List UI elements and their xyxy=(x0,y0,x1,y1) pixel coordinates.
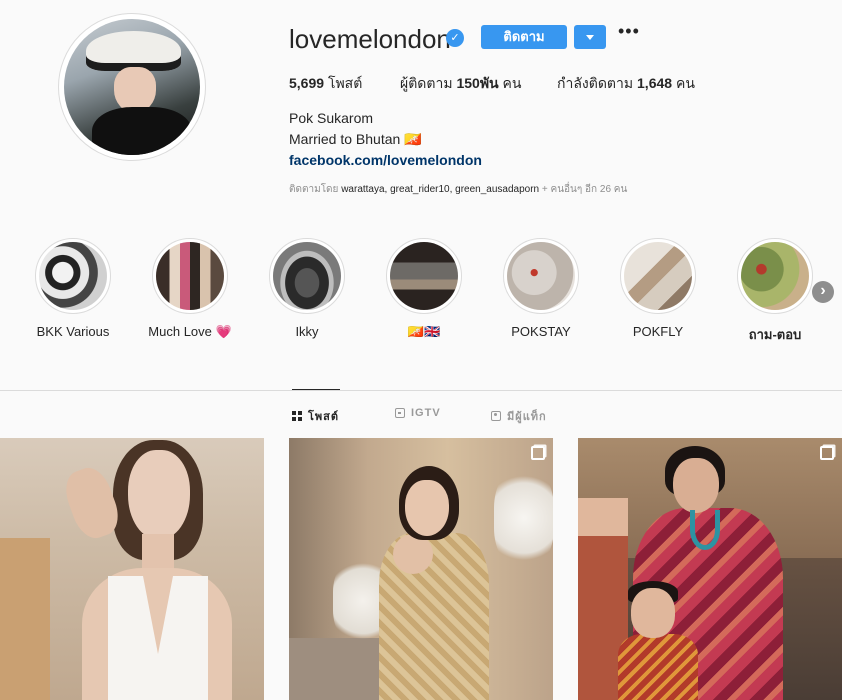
suggested-dropdown-button[interactable] xyxy=(574,25,606,49)
post-thumbnail[interactable] xyxy=(0,438,264,700)
profile-bio: Married to Bhutan 🇧🇹 xyxy=(289,131,422,147)
profile-website-link[interactable]: facebook.com/lovemelondon xyxy=(289,152,482,168)
followed-by-names: warattaya, great_rider10, green_ausadapo… xyxy=(341,184,540,195)
igtv-icon xyxy=(395,408,405,418)
tab-label: มีผู้แท็ก xyxy=(507,411,547,423)
highlight-bkk-various[interactable]: BKK Various xyxy=(25,238,121,339)
posts-label: โพสต์ xyxy=(327,75,363,91)
followers-count: 150พัน xyxy=(456,75,499,91)
tabs-divider xyxy=(0,390,842,391)
tab-label: โพสต์ xyxy=(308,411,340,423)
highlight-cover xyxy=(507,242,575,310)
stat-following[interactable]: กำลังติดตาม 1,648 คน xyxy=(557,73,695,95)
highlight-label: BKK Various xyxy=(36,324,110,339)
followed-by-suffix: + คนอื่นๆ อีก 26 คน xyxy=(541,184,628,195)
highlight-label: Ikky xyxy=(295,324,319,339)
highlight-flags[interactable]: 🇧🇹🇬🇧 xyxy=(376,238,472,340)
highlight-cover xyxy=(624,242,692,310)
more-options-icon[interactable]: ••• xyxy=(618,22,639,44)
post-thumbnail[interactable] xyxy=(289,438,553,700)
following-unit: คน xyxy=(675,75,695,91)
highlight-label: POKSTAY xyxy=(511,324,571,339)
verified-badge-icon: ✓ xyxy=(446,29,464,47)
profile-full-name: Pok Sukarom xyxy=(289,110,374,126)
highlight-qa[interactable]: ถาม-ตอบ xyxy=(727,238,823,345)
followers-unit: คน xyxy=(502,75,522,91)
highlight-label: Much Love 💗 xyxy=(148,324,232,339)
posts-count: 5,699 xyxy=(289,75,325,91)
highlight-cover xyxy=(156,242,224,310)
carousel-icon xyxy=(820,446,834,460)
highlight-label: 🇧🇹🇬🇧 xyxy=(407,324,441,339)
followed-by-prefix: ติดตามโดย xyxy=(289,184,339,195)
highlight-label: POKFLY xyxy=(632,324,684,339)
followers-label: ผู้ติดตาม xyxy=(400,75,453,91)
avatar-image xyxy=(64,19,200,155)
profile-avatar[interactable] xyxy=(58,13,206,161)
highlight-cover xyxy=(741,242,809,310)
tab-label: IGTV xyxy=(411,407,441,419)
tab-tagged[interactable]: มีผู้แท็ก xyxy=(491,407,547,425)
tab-posts[interactable]: โพสต์ xyxy=(292,407,339,425)
highlight-pokstay[interactable]: POKSTAY xyxy=(493,238,589,339)
followed-by[interactable]: ติดตามโดย warattaya, great_rider10, gree… xyxy=(289,182,627,197)
tab-igtv[interactable]: IGTV xyxy=(395,407,441,419)
profile-username: lovemelondon xyxy=(289,24,451,54)
following-label: กำลังติดตาม xyxy=(557,75,634,91)
highlight-ikky[interactable]: Ikky xyxy=(259,238,355,339)
tag-icon xyxy=(491,411,501,421)
highlight-pokfly[interactable]: POKFLY xyxy=(610,238,706,339)
stat-posts: 5,699 โพสต์ xyxy=(289,73,362,95)
active-tab-indicator xyxy=(292,389,340,390)
highlight-much-love[interactable]: Much Love 💗 xyxy=(142,238,238,340)
post-thumbnail[interactable] xyxy=(578,438,842,700)
follow-button[interactable]: ติดตาม xyxy=(481,25,567,49)
highlights-next-arrow-icon[interactable]: › xyxy=(812,281,834,303)
highlight-cover xyxy=(39,242,107,310)
highlight-label: ถาม-ตอบ xyxy=(748,327,802,342)
following-count: 1,648 xyxy=(637,75,673,91)
highlight-cover xyxy=(273,242,341,310)
grid-icon xyxy=(292,411,302,421)
carousel-icon xyxy=(531,446,545,460)
stat-followers[interactable]: ผู้ติดตาม 150พัน คน xyxy=(400,73,521,95)
highlight-cover xyxy=(390,242,458,310)
